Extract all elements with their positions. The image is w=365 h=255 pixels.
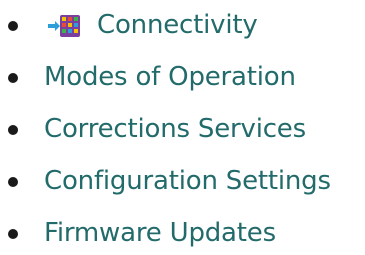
link-connectivity[interactable]: Connectivity bbox=[97, 5, 258, 45]
link-firmware-updates[interactable]: Firmware Updates bbox=[44, 213, 276, 253]
bullet bbox=[8, 229, 18, 239]
bullet bbox=[8, 125, 18, 135]
list-item-configuration-settings: Configuration Settings bbox=[0, 161, 365, 201]
link-corrections-services[interactable]: Corrections Services bbox=[44, 109, 306, 149]
link-configuration-settings[interactable]: Configuration Settings bbox=[44, 161, 331, 201]
list-item-firmware-updates: Firmware Updates bbox=[0, 213, 365, 253]
bullet bbox=[8, 73, 18, 83]
list-item-modes-of-operation: Modes of Operation bbox=[0, 57, 365, 97]
bullet bbox=[8, 177, 18, 187]
tile-grid-icon bbox=[47, 12, 81, 40]
list-item-connectivity: Connectivity bbox=[0, 5, 365, 45]
link-modes-of-operation[interactable]: Modes of Operation bbox=[44, 57, 296, 97]
list-item-corrections-services: Corrections Services bbox=[0, 109, 365, 149]
bullet bbox=[8, 21, 18, 31]
